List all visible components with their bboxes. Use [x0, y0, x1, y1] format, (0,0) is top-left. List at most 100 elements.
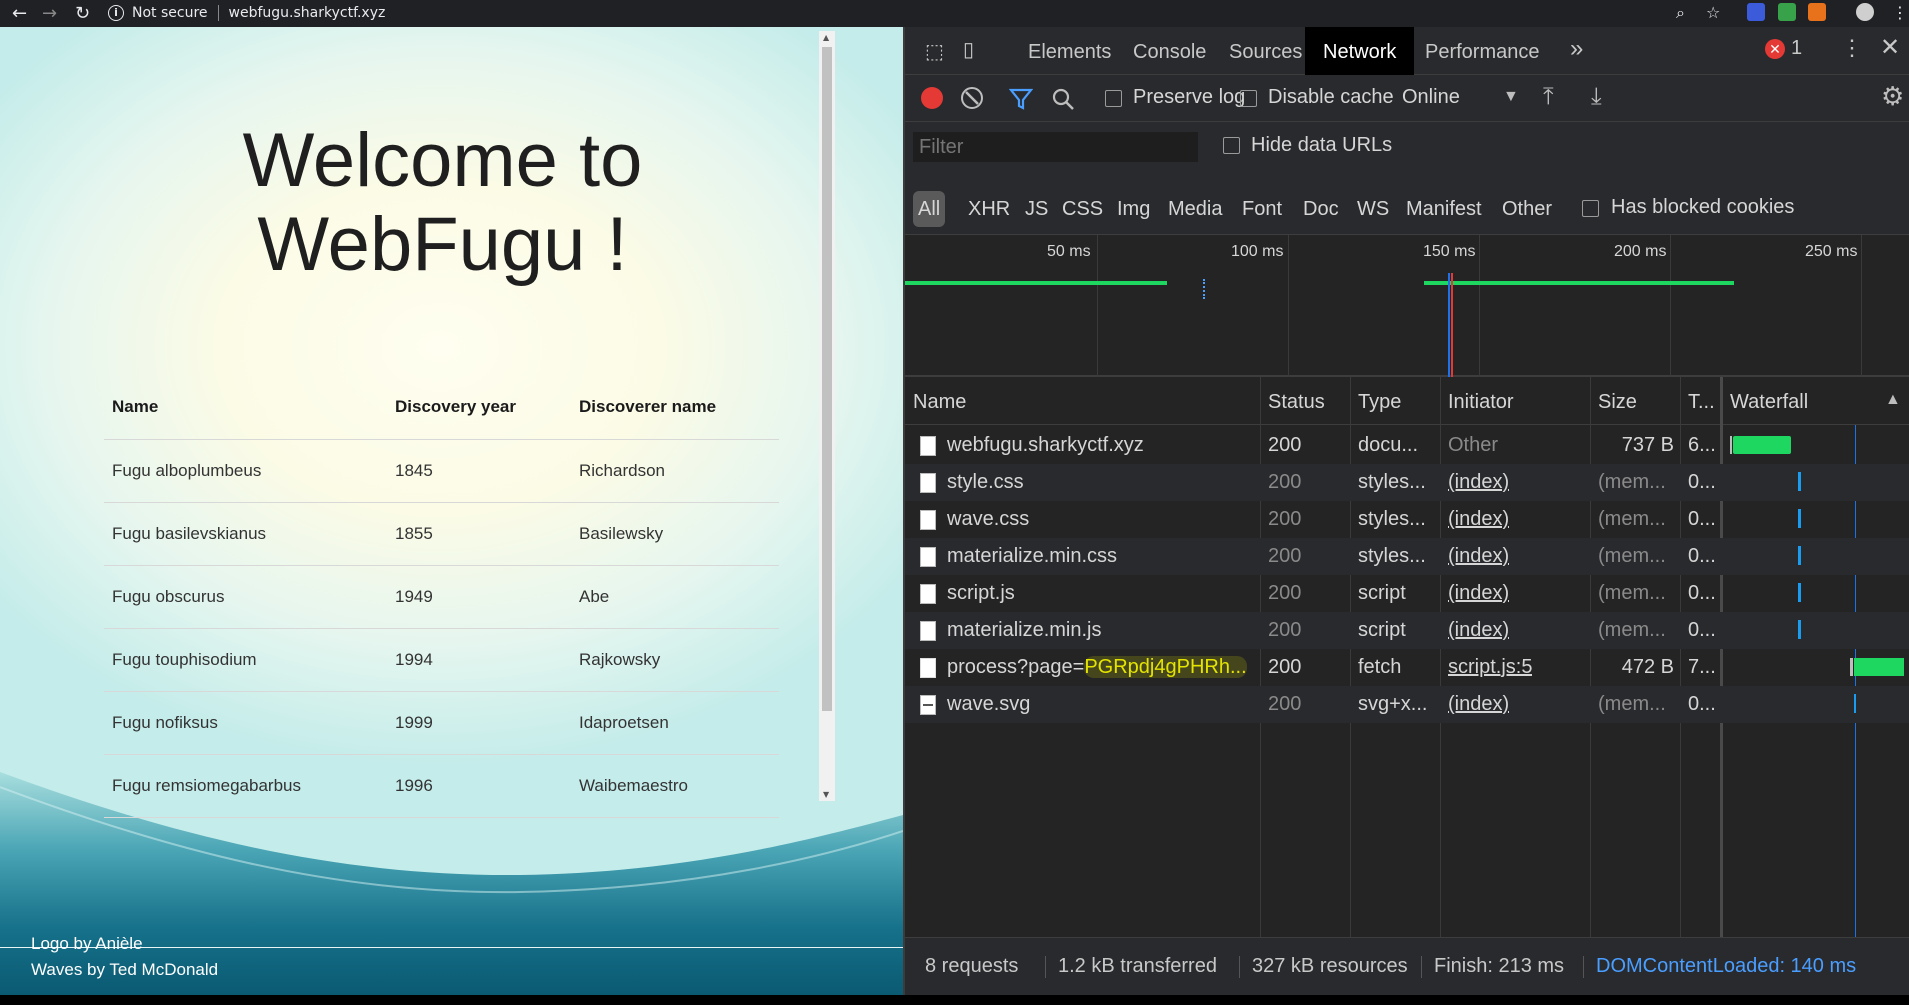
- tab-console[interactable]: Console: [1115, 27, 1224, 75]
- has-blocked-cookies-checkbox[interactable]: [1582, 200, 1599, 217]
- column-header-size[interactable]: Size: [1598, 377, 1637, 425]
- extension-icon-blue[interactable]: [1747, 3, 1765, 21]
- page-scrollbar[interactable]: ▲ ▼: [819, 31, 835, 801]
- cell-year: 1845: [387, 439, 571, 503]
- title-line-2: WebFugu !: [257, 202, 628, 287]
- import-har-icon[interactable]: ⤒: [1543, 83, 1554, 111]
- request-row[interactable]: wave.css 200 styles... (index) (mem... 0…: [905, 501, 1909, 538]
- type-filter-img[interactable]: Img: [1115, 191, 1152, 227]
- filter-icon[interactable]: [1009, 87, 1033, 111]
- type-filter-all[interactable]: All: [913, 191, 946, 227]
- request-name[interactable]: wave.css: [947, 501, 1029, 538]
- error-count[interactable]: 1: [1791, 37, 1802, 60]
- tab-network[interactable]: Network: [1305, 27, 1415, 75]
- type-filter-other[interactable]: Other: [1500, 191, 1554, 227]
- forward-arrow-icon[interactable]: →: [42, 3, 57, 24]
- hide-data-urls-checkbox[interactable]: [1223, 137, 1240, 154]
- address-bar[interactable]: i Not secure webfugu.sharkyctf.xyz: [108, 1, 1628, 25]
- record-icon[interactable]: [921, 87, 943, 109]
- export-har-icon[interactable]: ⤓: [1591, 83, 1602, 111]
- gear-icon[interactable]: ⚙: [1881, 81, 1904, 112]
- request-name[interactable]: webfugu.sharkyctf.xyz: [947, 427, 1144, 464]
- search-icon[interactable]: [1051, 87, 1075, 111]
- request-initiator[interactable]: (index): [1448, 612, 1509, 649]
- filter-input[interactable]: [913, 132, 1198, 162]
- request-initiator[interactable]: (index): [1448, 501, 1509, 538]
- request-name[interactable]: materialize.min.js: [947, 612, 1101, 649]
- extension-icon-green[interactable]: [1778, 3, 1796, 21]
- more-tabs-icon[interactable]: »: [1570, 35, 1583, 63]
- info-icon[interactable]: i: [108, 5, 124, 21]
- type-filter-ws[interactable]: WS: [1355, 191, 1391, 227]
- close-devtools-icon[interactable]: ✕: [1880, 33, 1900, 62]
- devtools-menu-icon[interactable]: ⋮: [1841, 35, 1863, 61]
- tab-elements[interactable]: Elements: [1010, 27, 1129, 75]
- request-row[interactable]: wave.svg 200 svg+x... (index) (mem... 0.…: [905, 686, 1909, 723]
- type-filter-xhr[interactable]: XHR: [966, 191, 1012, 227]
- type-filter-doc[interactable]: Doc: [1301, 191, 1341, 227]
- url-text[interactable]: webfugu.sharkyctf.xyz: [229, 5, 386, 21]
- reload-icon[interactable]: ↻: [75, 3, 90, 24]
- extension-icon-orange[interactable]: [1808, 3, 1826, 21]
- scroll-down-arrow-icon[interactable]: ▼: [823, 790, 829, 799]
- request-initiator[interactable]: (index): [1448, 686, 1509, 723]
- disable-cache-checkbox[interactable]: [1240, 90, 1257, 107]
- preserve-log-checkbox[interactable]: [1105, 90, 1122, 107]
- cell-discoverer: Abe: [571, 565, 779, 629]
- request-row[interactable]: materialize.min.css 200 styles... (index…: [905, 538, 1909, 575]
- column-header-waterfall[interactable]: Waterfall: [1730, 377, 1808, 425]
- column-header-type[interactable]: Type: [1358, 377, 1401, 425]
- bookmark-star-icon[interactable]: ☆: [1706, 3, 1720, 22]
- scrollbar-thumb[interactable]: [822, 47, 832, 711]
- scroll-up-arrow-icon[interactable]: ▲: [823, 33, 829, 42]
- error-icon[interactable]: ✕: [1765, 39, 1785, 59]
- request-type: styles...: [1358, 545, 1426, 567]
- request-name[interactable]: materialize.min.css: [947, 538, 1117, 575]
- type-filter-media[interactable]: Media: [1166, 191, 1224, 227]
- request-initiator[interactable]: (index): [1448, 538, 1509, 575]
- request-name[interactable]: style.css: [947, 464, 1024, 501]
- zoom-icon[interactable]: ⌕: [1676, 3, 1685, 23]
- request-initiator[interactable]: (index): [1448, 575, 1509, 612]
- profile-avatar-icon[interactable]: [1856, 3, 1874, 21]
- request-initiator[interactable]: script.js:5: [1448, 649, 1532, 686]
- type-filter-font[interactable]: Font: [1240, 191, 1284, 227]
- sort-ascending-icon[interactable]: ▲: [1885, 391, 1901, 409]
- column-header-status[interactable]: Status: [1268, 377, 1325, 425]
- overview-tick-label: 200 ms: [1614, 243, 1667, 260]
- request-name[interactable]: script.js: [947, 575, 1015, 612]
- tab-performance[interactable]: Performance: [1407, 27, 1558, 75]
- clear-icon[interactable]: [961, 87, 983, 109]
- request-initiator[interactable]: (index): [1448, 464, 1509, 501]
- request-time: 0...: [1688, 508, 1716, 530]
- request-type: svg+x...: [1358, 693, 1428, 715]
- browser-menu-icon[interactable]: ⋮: [1892, 3, 1908, 22]
- network-overview-timeline[interactable]: 50 ms 100 ms 150 ms 200 ms 250 ms: [905, 235, 1909, 377]
- request-time: 0...: [1688, 619, 1716, 641]
- column-header-name[interactable]: Name: [913, 377, 966, 425]
- table-row: Fugu touphisodium 1994 Rajkowsky: [104, 628, 779, 692]
- request-row[interactable]: webfugu.sharkyctf.xyz 200 docu... Other …: [905, 427, 1909, 464]
- inspect-element-icon[interactable]: ⬚: [925, 39, 944, 64]
- request-row[interactable]: process?page=PGRpdj4gPHRh... 200 fetch s…: [905, 649, 1909, 686]
- request-row[interactable]: style.css 200 styles... (index) (mem... …: [905, 464, 1909, 501]
- cell-discoverer: Waibemaestro: [571, 754, 779, 818]
- request-name[interactable]: process?page=PGRpdj4gPHRh...: [947, 649, 1255, 686]
- column-header-initiator[interactable]: Initiator: [1448, 377, 1514, 425]
- chevron-down-icon[interactable]: ▼: [1503, 88, 1519, 106]
- column-header-time[interactable]: T...: [1688, 377, 1715, 425]
- throttling-select[interactable]: Online: [1402, 86, 1460, 109]
- request-row[interactable]: script.js 200 script (index) (mem... 0..…: [905, 575, 1909, 612]
- request-row[interactable]: materialize.min.js 200 script (index) (m…: [905, 612, 1909, 649]
- waterfall-wait-tick: [1850, 658, 1853, 676]
- request-name[interactable]: wave.svg: [947, 686, 1030, 723]
- back-arrow-icon[interactable]: ←: [12, 3, 27, 24]
- request-status: 200: [1268, 545, 1302, 567]
- type-filter-js[interactable]: JS: [1023, 191, 1050, 227]
- type-filter-manifest[interactable]: Manifest: [1404, 191, 1484, 227]
- tab-sources[interactable]: Sources: [1211, 27, 1320, 75]
- type-filter-css[interactable]: CSS: [1060, 191, 1105, 227]
- device-toolbar-icon[interactable]: ▯: [963, 37, 974, 62]
- status-separator: [1583, 956, 1584, 978]
- omnibox-separator: [217, 5, 219, 21]
